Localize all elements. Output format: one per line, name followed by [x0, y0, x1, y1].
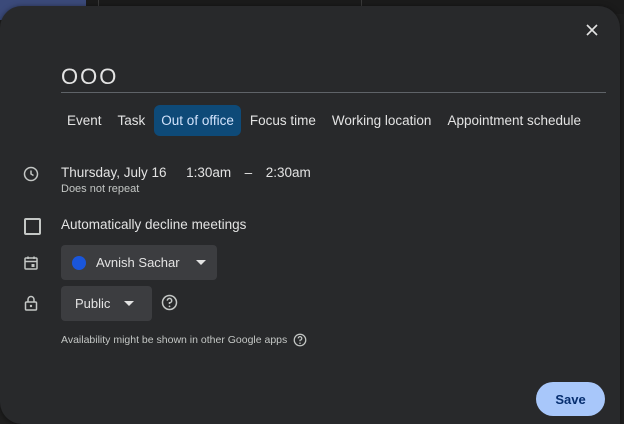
calendar-owner-dropdown[interactable]: Avnish Sachar [61, 245, 217, 280]
end-time-field[interactable]: 2:30am [266, 165, 311, 180]
calendar-icon [22, 254, 40, 272]
title-value: OOO [61, 64, 119, 89]
clock-icon [22, 165, 40, 183]
availability-note: Availability might be shown in other Goo… [61, 333, 307, 347]
tab-focus-time[interactable]: Focus time [243, 105, 323, 136]
time-separator: – [244, 165, 253, 180]
decline-meetings-checkbox[interactable] [24, 218, 41, 235]
decline-meetings-label: Automatically decline meetings [61, 217, 247, 232]
calendar-color-dot [72, 255, 86, 270]
start-time-field[interactable]: 1:30am [186, 165, 231, 180]
date-field[interactable]: Thursday, July 16 [61, 165, 167, 180]
tab-task[interactable]: Task [111, 105, 153, 136]
help-circle-icon[interactable] [161, 294, 178, 311]
tab-working-location[interactable]: Working location [325, 105, 439, 136]
availability-text: Availability might be shown in other Goo… [61, 334, 288, 346]
visibility-value: Public [75, 296, 111, 311]
help-circle-icon[interactable] [293, 333, 307, 347]
repeat-setting[interactable]: Does not repeat [61, 183, 139, 195]
tab-appointment-schedule[interactable]: Appointment schedule [440, 105, 588, 136]
save-button[interactable]: Save [536, 382, 605, 416]
caret-down-icon [195, 259, 206, 265]
visibility-dropdown[interactable]: Public [61, 286, 152, 321]
date-time-row: Thursday, July 16 1:30am – 2:30am [61, 165, 311, 180]
caret-down-icon [124, 300, 135, 306]
lock-icon [22, 294, 40, 312]
event-dialog: OOO Event Task Out of office Focus time … [0, 6, 620, 424]
title-input[interactable]: OOO [61, 62, 606, 93]
tab-out-of-office[interactable]: Out of office [154, 105, 241, 136]
tab-event[interactable]: Event [60, 105, 109, 136]
close-icon [586, 24, 598, 36]
event-type-tabs: Event Task Out of office Focus time Work… [60, 105, 588, 136]
close-button[interactable] [580, 18, 604, 42]
calendar-owner-name: Avnish Sachar [96, 255, 180, 270]
